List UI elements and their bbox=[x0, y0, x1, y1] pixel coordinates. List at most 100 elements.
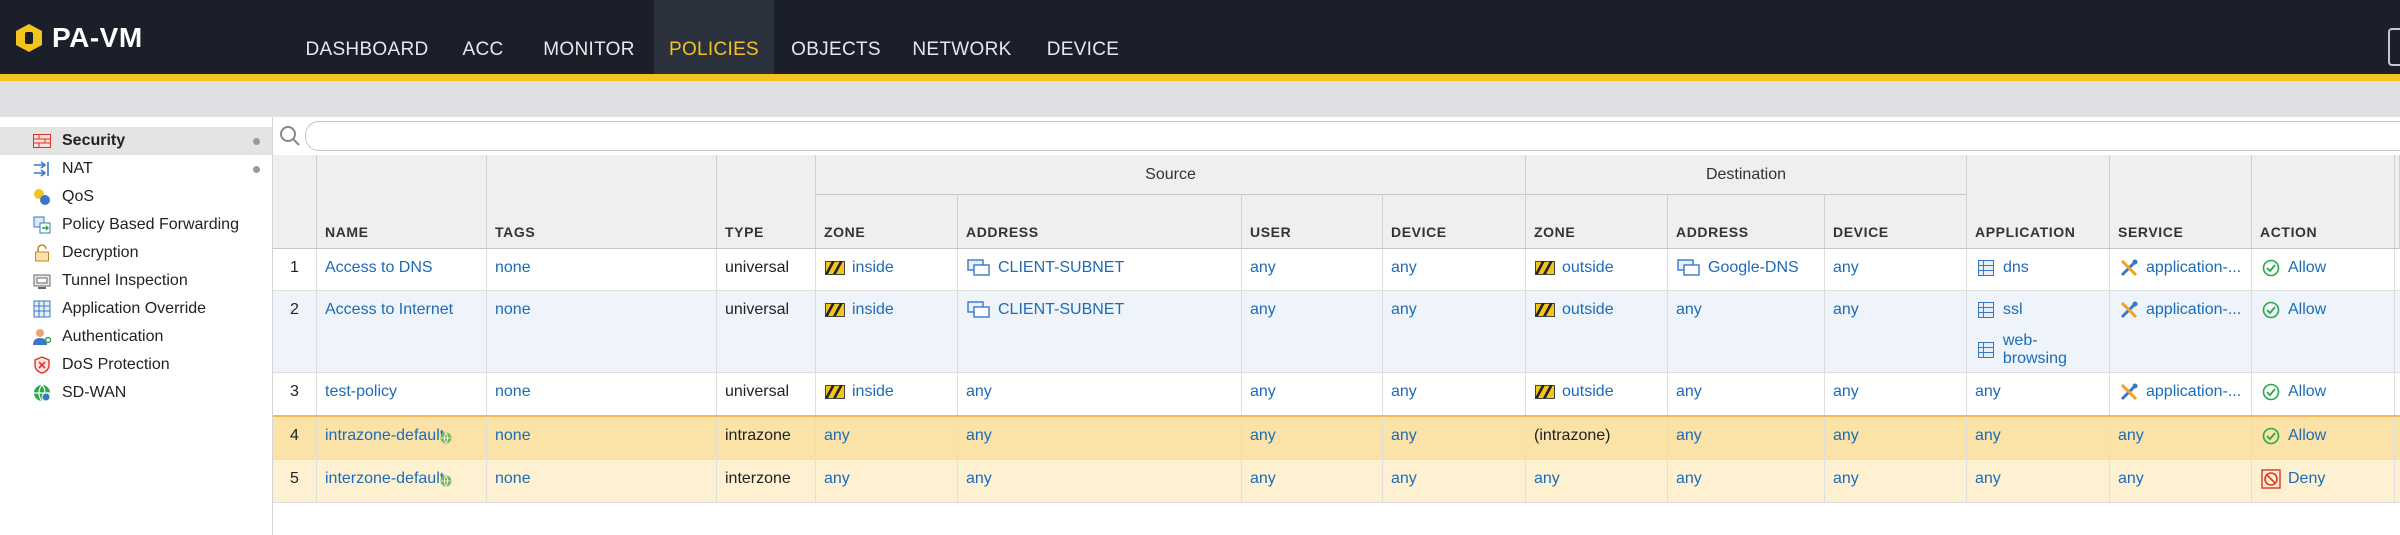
source-zone[interactable]: inside bbox=[852, 301, 894, 319]
action[interactable]: Allow bbox=[2288, 259, 2326, 277]
destination-address[interactable]: any bbox=[1676, 383, 1702, 401]
action[interactable]: Allow bbox=[2288, 301, 2326, 319]
rule-tags[interactable]: none bbox=[495, 470, 531, 488]
tab-network[interactable]: NETWORK bbox=[906, 0, 1018, 74]
source-user[interactable]: any bbox=[1250, 427, 1276, 445]
rule-tags[interactable]: none bbox=[495, 301, 531, 319]
rule-name-link[interactable]: interzone-default bbox=[325, 470, 444, 488]
destination-device[interactable]: any bbox=[1833, 383, 1859, 401]
application[interactable]: any bbox=[1975, 383, 2001, 401]
tab-device[interactable]: DEVICE bbox=[1040, 0, 1126, 74]
source-user[interactable]: any bbox=[1250, 301, 1276, 319]
source-device[interactable]: any bbox=[1391, 301, 1417, 319]
service[interactable]: application-... bbox=[2146, 301, 2241, 319]
sidebar-item-security[interactable]: Security bbox=[0, 127, 272, 155]
destination-zone[interactable]: outside bbox=[1562, 259, 1614, 277]
table-row[interactable]: 2 Access to Internet none universal insi… bbox=[273, 291, 2400, 373]
source-device[interactable]: any bbox=[1391, 383, 1417, 401]
column-header-source-device[interactable]: DEVICE bbox=[1383, 195, 1526, 249]
service[interactable]: application-... bbox=[2146, 383, 2241, 401]
rule-tags[interactable]: none bbox=[495, 383, 531, 401]
service[interactable]: application-... bbox=[2146, 259, 2241, 277]
application[interactable]: dns bbox=[2003, 259, 2029, 277]
source-zone[interactable]: any bbox=[824, 427, 850, 445]
destination-device[interactable]: any bbox=[1833, 470, 1859, 488]
column-header-destination-zone[interactable]: ZONE bbox=[1526, 195, 1668, 249]
rule-name-link[interactable]: Access to DNS bbox=[325, 259, 433, 277]
tab-dashboard[interactable]: DASHBOARD bbox=[298, 0, 436, 74]
source-user[interactable]: any bbox=[1250, 470, 1276, 488]
destination-zone[interactable]: any bbox=[1534, 470, 1560, 488]
sidebar-item-sd-wan[interactable]: SD-WAN bbox=[0, 379, 272, 407]
rule-tags[interactable]: none bbox=[495, 259, 531, 277]
search-icon[interactable] bbox=[279, 125, 301, 147]
sidebar-item-application-override[interactable]: Application Override bbox=[0, 295, 272, 323]
service[interactable]: any bbox=[2118, 470, 2144, 488]
application[interactable]: ssl bbox=[2003, 301, 2023, 319]
sidebar-item-nat[interactable]: NAT bbox=[0, 155, 272, 183]
column-header-source-user[interactable]: USER bbox=[1242, 195, 1383, 249]
override-globe-icon bbox=[440, 475, 452, 487]
source-zone[interactable]: any bbox=[824, 470, 850, 488]
application[interactable]: web-browsing bbox=[2003, 332, 2101, 368]
rule-name-link[interactable]: Access to Internet bbox=[325, 301, 453, 319]
sidebar-item-qos[interactable]: QoS bbox=[0, 183, 272, 211]
column-header-name[interactable]: NAME bbox=[317, 155, 487, 249]
destination-zone[interactable]: outside bbox=[1562, 301, 1614, 319]
column-header-tags[interactable]: TAGS bbox=[487, 155, 717, 249]
column-header-application[interactable]: APPLICATION bbox=[1967, 155, 2110, 249]
sidebar-item-authentication[interactable]: Authentication bbox=[0, 323, 272, 351]
source-address[interactable]: CLIENT-SUBNET bbox=[998, 301, 1124, 319]
filter-input[interactable] bbox=[305, 121, 2400, 151]
source-device[interactable]: any bbox=[1391, 427, 1417, 445]
application[interactable]: any bbox=[1975, 470, 2001, 488]
source-device[interactable]: any bbox=[1391, 259, 1417, 277]
table-row[interactable]: 5 interzone-default none interzone any a… bbox=[273, 460, 2400, 503]
tab-acc[interactable]: ACC bbox=[448, 0, 518, 74]
rule-name-link[interactable]: test-policy bbox=[325, 383, 397, 401]
column-header-service[interactable]: SERVICE bbox=[2110, 155, 2252, 249]
destination-address[interactable]: any bbox=[1676, 301, 1702, 319]
rule-name-link[interactable]: intrazone-default bbox=[325, 427, 444, 445]
column-header-action[interactable]: ACTION bbox=[2252, 155, 2395, 249]
source-user[interactable]: any bbox=[1250, 259, 1276, 277]
column-header-destination-address[interactable]: ADDRESS bbox=[1668, 195, 1825, 249]
column-header-source-address[interactable]: ADDRESS bbox=[958, 195, 1242, 249]
source-user[interactable]: any bbox=[1250, 383, 1276, 401]
source-address[interactable]: CLIENT-SUBNET bbox=[998, 259, 1124, 277]
rule-tags[interactable]: none bbox=[495, 427, 531, 445]
service[interactable]: any bbox=[2118, 427, 2144, 445]
sidebar-item-dos-protection[interactable]: DoS Protection bbox=[0, 351, 272, 379]
column-header-source-zone[interactable]: ZONE bbox=[816, 195, 958, 249]
column-header-destination-device[interactable]: DEVICE bbox=[1825, 195, 1967, 249]
destination-zone[interactable]: outside bbox=[1562, 383, 1614, 401]
destination-address[interactable]: any bbox=[1676, 427, 1702, 445]
source-address[interactable]: any bbox=[966, 383, 992, 401]
source-device[interactable]: any bbox=[1391, 470, 1417, 488]
source-zone[interactable]: inside bbox=[852, 383, 894, 401]
table-row[interactable]: 1 Access to DNS none universal inside CL… bbox=[273, 249, 2400, 291]
destination-device[interactable]: any bbox=[1833, 259, 1859, 277]
table-row[interactable]: 4 intrazone-default none intrazone any a… bbox=[273, 417, 2400, 460]
sidebar-item-decryption[interactable]: Decryption bbox=[0, 239, 272, 267]
action[interactable]: Allow bbox=[2288, 383, 2326, 401]
source-address[interactable]: any bbox=[966, 470, 992, 488]
sidebar-item-policy-based-forwarding[interactable]: Policy Based Forwarding bbox=[0, 211, 272, 239]
application[interactable]: any bbox=[1975, 427, 2001, 445]
destination-address[interactable]: Google-DNS bbox=[1708, 259, 1799, 277]
destination-device[interactable]: any bbox=[1833, 301, 1859, 319]
tab-policies[interactable]: POLICIES bbox=[654, 0, 774, 74]
tab-objects[interactable]: OBJECTS bbox=[786, 0, 886, 74]
table-row[interactable]: 3 test-policy none universal inside any … bbox=[273, 373, 2400, 417]
tab-monitor[interactable]: MONITOR bbox=[530, 0, 648, 74]
commit-button-edge[interactable] bbox=[2388, 28, 2400, 66]
source-address[interactable]: any bbox=[966, 427, 992, 445]
action[interactable]: Allow bbox=[2288, 427, 2326, 445]
sidebar-item-tunnel-inspection[interactable]: Tunnel Inspection bbox=[0, 267, 272, 295]
source-zone[interactable]: inside bbox=[852, 259, 894, 277]
destination-device[interactable]: any bbox=[1833, 427, 1859, 445]
column-header-type[interactable]: TYPE bbox=[717, 155, 816, 249]
app-logo[interactable]: PA-VM bbox=[14, 22, 143, 54]
destination-address[interactable]: any bbox=[1676, 470, 1702, 488]
action[interactable]: Deny bbox=[2288, 470, 2325, 488]
